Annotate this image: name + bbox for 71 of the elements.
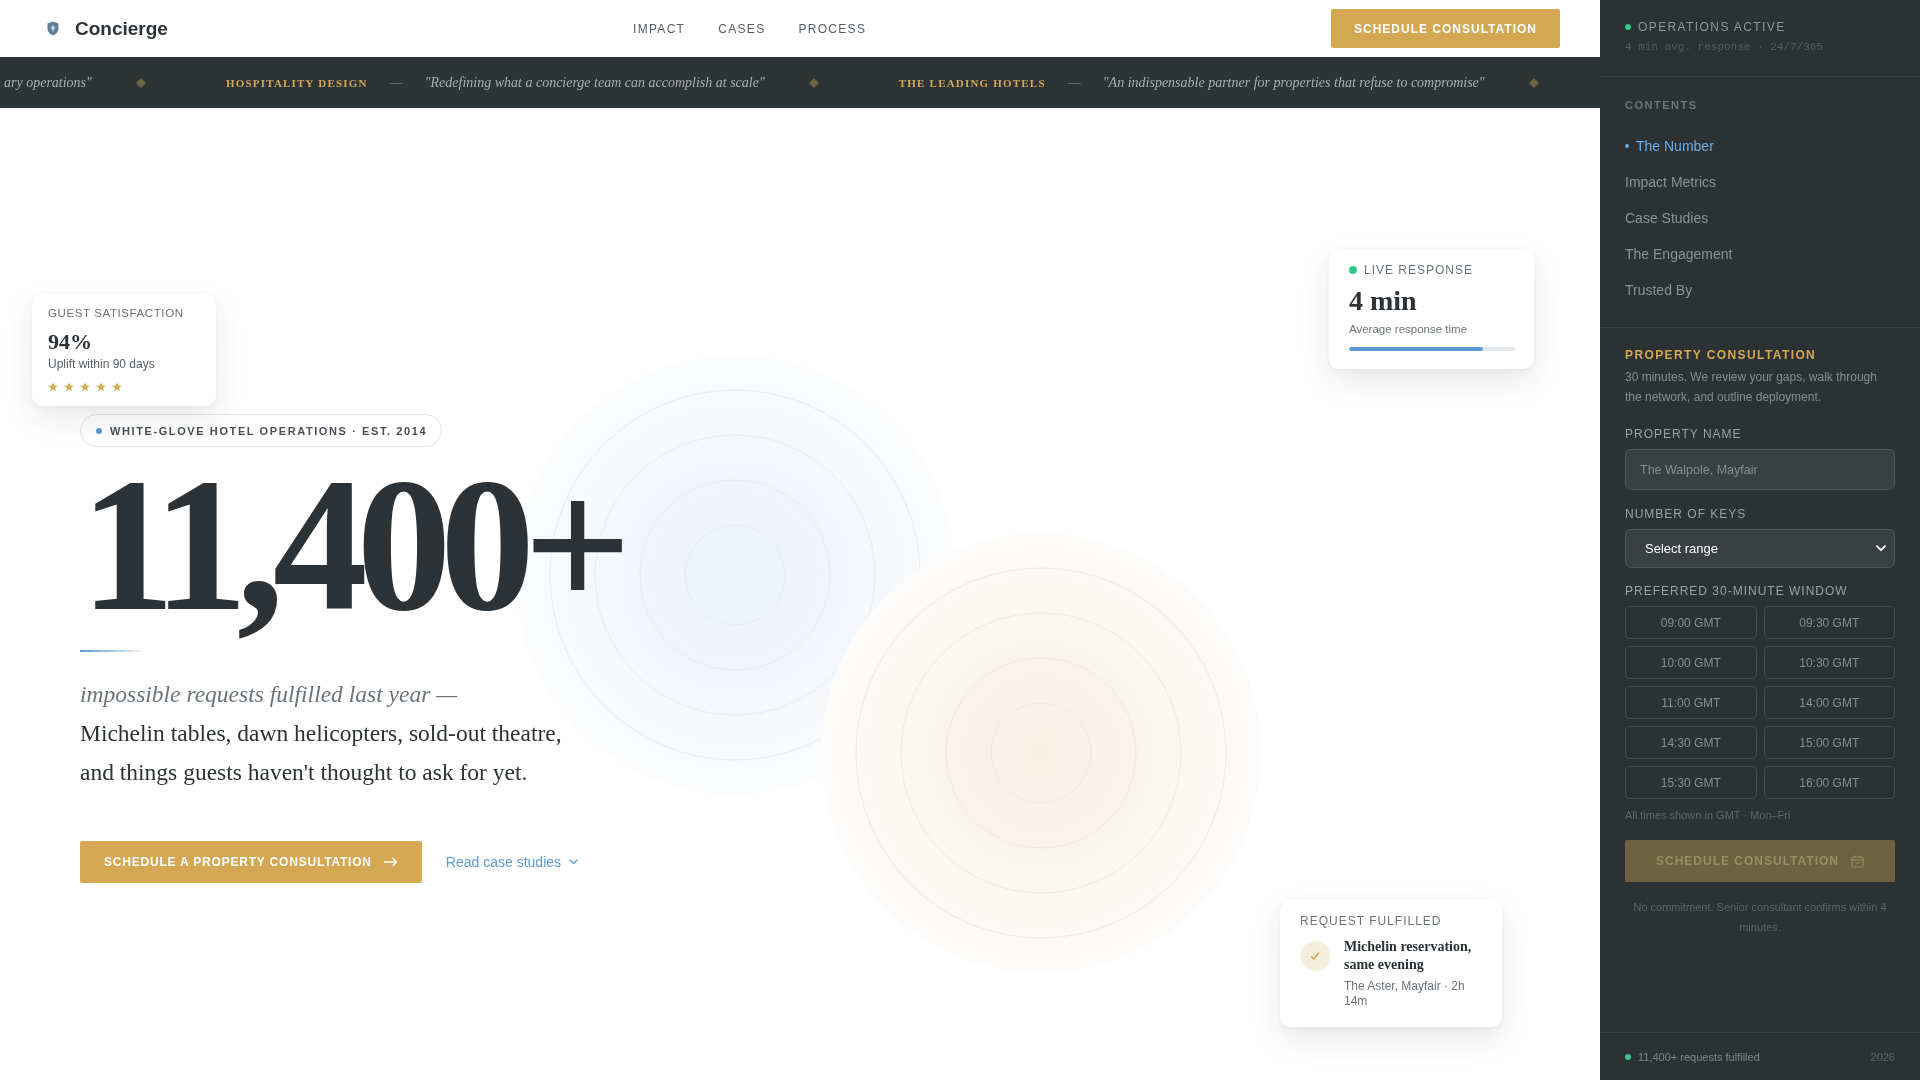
time-slot[interactable]: 10:30 GMT xyxy=(1763,646,1895,679)
time-slot[interactable]: 09:30 GMT xyxy=(1763,606,1895,639)
time-slot[interactable]: 14:00 GMT xyxy=(1763,686,1895,719)
card-title: LIVE RESPONSE xyxy=(1364,263,1474,277)
card-caption: Average response time xyxy=(1349,323,1469,335)
contents-link[interactable]: The Engagement xyxy=(1625,246,1733,262)
card-caption: Uplift within 90 days xyxy=(48,357,156,371)
range-select[interactable]: Select range xyxy=(1625,529,1895,568)
body-text: Michelin tables, dawn helicopters, sold-out theatre, and things guests haven't thought to ask for yet. xyxy=(80,719,563,787)
request-headline: Michelin reservation, same evening xyxy=(1344,938,1473,974)
ticker-quote: ary operations" xyxy=(4,74,92,91)
diamond-icon xyxy=(135,77,146,88)
status-dot-icon xyxy=(1349,266,1357,274)
contents-link[interactable]: The Number xyxy=(1636,138,1714,154)
ticker-dash: — xyxy=(1067,75,1081,90)
status-title: OPERATIONS ACTIVE xyxy=(1638,20,1786,34)
nav-link[interactable]: PROCESS xyxy=(798,21,867,36)
schedule-button[interactable]: SCHEDULE CONSULTATION xyxy=(1331,9,1560,48)
shield-icon xyxy=(47,21,59,36)
time-slot[interactable]: 15:30 GMT xyxy=(1625,766,1757,799)
ticker-label: THE LEADING HOTELS xyxy=(898,76,1046,89)
time-slot[interactable]: 16:00 GMT xyxy=(1763,766,1895,799)
field-label: PROPERTY NAME xyxy=(1625,426,1742,442)
calendar-icon xyxy=(1851,854,1864,868)
form-title: PROPERTY CONSULTATION xyxy=(1625,347,1817,363)
form-description: 30 minutes. We review your gaps, walk through the network, and outline deployment. xyxy=(1625,369,1878,406)
field-label: PREFERRED 30-MINUTE WINDOW xyxy=(1625,583,1848,599)
contents-link[interactable]: Impact Metrics xyxy=(1625,174,1716,190)
badge-text: WHITE-GLOVE HOTEL OPERATIONS · EST. 2014 xyxy=(110,424,428,437)
time-slot[interactable]: 14:30 GMT xyxy=(1625,726,1757,759)
star-icon xyxy=(64,382,74,392)
time-slot[interactable]: 10:00 GMT xyxy=(1625,646,1757,679)
card-title: GUEST SATISFACTION xyxy=(48,307,185,319)
contents-link[interactable]: Trusted By xyxy=(1625,282,1693,298)
consultation-button[interactable]: SCHEDULE A PROPERTY CONSULTATION xyxy=(80,841,422,883)
nav-link[interactable]: CASES xyxy=(718,21,766,36)
status-dot-icon xyxy=(1625,1053,1631,1060)
footer-text: 11,400+ requests fulfilled xyxy=(1638,1050,1760,1063)
field-label: NUMBER OF KEYS xyxy=(1625,506,1747,522)
property-name-field[interactable]: The Walpole, Mayfair xyxy=(1625,449,1895,490)
active-dot-icon xyxy=(1625,144,1629,148)
card-title: REQUEST FULFILLED xyxy=(1300,914,1443,928)
chevron-down-icon xyxy=(1876,545,1886,552)
star-icon xyxy=(80,382,90,392)
time-slot[interactable]: 11:00 GMT xyxy=(1625,686,1757,719)
time-slot[interactable]: 09:00 GMT xyxy=(1625,606,1757,639)
status-dot-icon xyxy=(1625,24,1631,30)
diamond-icon xyxy=(1528,77,1539,88)
ticker-dash: — xyxy=(389,75,403,90)
star-icon xyxy=(112,382,122,392)
time-slot[interactable]: 15:00 GMT xyxy=(1763,726,1895,759)
case-studies-link[interactable]: Read case studies xyxy=(445,854,579,870)
arrow-right-icon xyxy=(383,857,398,867)
card-value: 94% xyxy=(48,329,93,355)
request-detail: The Aster, Mayfair · 2h 14m xyxy=(1344,979,1466,1009)
ticker-label: HOSPITALITY DESIGN xyxy=(225,76,368,89)
ticker-quote: "An indispensable partner for properties that refuse to compromise" xyxy=(1102,74,1485,91)
chevron-down-icon xyxy=(569,859,579,865)
diamond-icon xyxy=(808,77,819,88)
ticker-quote: "Redefining what a concierge team can accomplish at scale" xyxy=(424,74,765,91)
brand-name: Concierge xyxy=(75,17,168,40)
lead-text: impossible requests fulfilled last year — xyxy=(80,680,458,709)
star-icon xyxy=(48,382,58,392)
check-icon xyxy=(1300,941,1330,971)
headline-number: 11,400+ xyxy=(80,450,621,640)
contents-link[interactable]: Case Studies xyxy=(1625,210,1709,226)
dot-icon xyxy=(96,427,102,434)
contents-heading: CONTENTS xyxy=(1625,98,1698,113)
card-value: 4 min xyxy=(1349,285,1418,317)
nav-link[interactable]: IMPACT xyxy=(633,21,686,36)
star-icon xyxy=(96,382,106,392)
